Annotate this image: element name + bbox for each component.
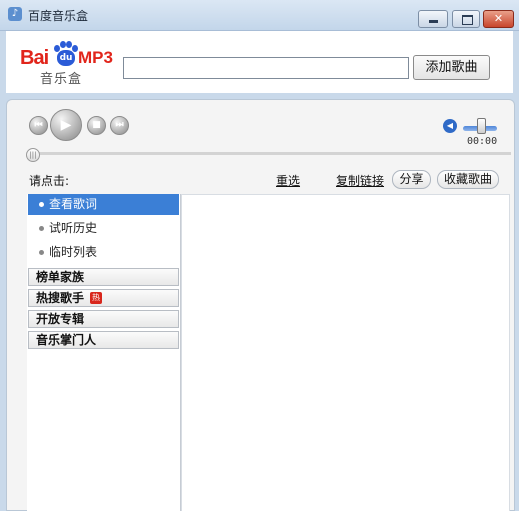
bullet-icon bbox=[39, 250, 44, 255]
song-search-input[interactable] bbox=[123, 57, 409, 79]
app-window: ♪ 百度音乐盒 ✕ Bai du MP3 音乐盒 添加歌曲 ⏮ ▶ ■ ⏭ ◀ … bbox=[0, 0, 519, 511]
sidebar-item-label: 临时列表 bbox=[49, 245, 98, 259]
volume-icon[interactable]: ◀ bbox=[443, 119, 457, 133]
playback-time: 00:00 bbox=[467, 136, 498, 147]
close-button[interactable]: ✕ bbox=[483, 10, 514, 28]
content-area[interactable] bbox=[181, 194, 510, 511]
header: Bai du MP3 音乐盒 添加歌曲 bbox=[6, 31, 513, 93]
next-button[interactable]: ⏭ bbox=[110, 116, 129, 135]
window-title: 百度音乐盒 bbox=[28, 9, 89, 23]
sidebar-item-history[interactable]: 试听历史 bbox=[28, 218, 179, 239]
paw-icon: du bbox=[54, 41, 78, 67]
progress-handle[interactable]: ||| bbox=[26, 148, 40, 162]
sidebar-item-temp-list[interactable]: 临时列表 bbox=[28, 242, 179, 263]
previous-icon: ⏮ bbox=[34, 120, 43, 130]
bullet-icon bbox=[39, 226, 44, 231]
sidebar-group-hot-singers[interactable]: 热搜歌手 热 bbox=[28, 289, 179, 307]
stop-icon: ■ bbox=[92, 120, 101, 130]
bullet-icon bbox=[39, 202, 44, 207]
volume-slider-handle[interactable] bbox=[477, 118, 486, 134]
next-icon: ⏭ bbox=[115, 120, 124, 130]
sidebar-group-music-masters[interactable]: 音乐掌门人 bbox=[28, 331, 179, 349]
sidebar: 查看歌词 试听历史 临时列表 榜单家族 热搜歌手 热 开放专辑 音乐掌门人 bbox=[27, 194, 181, 511]
logo-du-text: du bbox=[57, 50, 75, 66]
sidebar-group-label: 热搜歌手 bbox=[36, 291, 85, 305]
sidebar-item-lyrics[interactable]: 查看歌词 bbox=[28, 194, 179, 215]
app-icon: ♪ bbox=[8, 7, 22, 21]
maximize-icon bbox=[462, 15, 473, 25]
main-panel: ⏮ ▶ ■ ⏭ ◀ 00:00 ||| 请点击: 重选 复制链接 分享 收藏歌曲… bbox=[6, 99, 515, 511]
sidebar-group-charts[interactable]: 榜单家族 bbox=[28, 268, 179, 286]
sidebar-group-label: 音乐掌门人 bbox=[36, 333, 97, 347]
progress-track[interactable] bbox=[27, 152, 511, 155]
minimize-icon bbox=[429, 20, 438, 23]
maximize-button[interactable] bbox=[452, 10, 480, 28]
baidu-mp3-logo: Bai du MP3 音乐盒 bbox=[20, 41, 116, 87]
sidebar-group-open-albums[interactable]: 开放专辑 bbox=[28, 310, 179, 328]
minimize-button[interactable] bbox=[418, 10, 448, 28]
reselect-link[interactable]: 重选 bbox=[276, 172, 300, 189]
play-icon: ▶ bbox=[60, 117, 72, 133]
copy-link-link[interactable]: 复制链接 bbox=[336, 172, 384, 189]
sidebar-item-label: 查看歌词 bbox=[49, 197, 98, 211]
play-button[interactable]: ▶ bbox=[50, 109, 82, 141]
close-icon: ✕ bbox=[493, 12, 504, 25]
prompt-label: 请点击: bbox=[29, 174, 70, 188]
add-song-button[interactable]: 添加歌曲 bbox=[413, 55, 490, 80]
logo-mp3-text: MP3 bbox=[78, 48, 113, 67]
stop-button[interactable]: ■ bbox=[87, 116, 106, 135]
sidebar-group-label: 榜单家族 bbox=[36, 270, 85, 284]
sidebar-group-label: 开放专辑 bbox=[36, 312, 85, 326]
favorite-song-button[interactable]: 收藏歌曲 bbox=[437, 170, 499, 189]
logo-bai-text: Bai bbox=[20, 47, 49, 69]
sidebar-item-label: 试听历史 bbox=[49, 221, 98, 235]
title-bar[interactable]: ♪ 百度音乐盒 ✕ bbox=[0, 0, 519, 31]
previous-button[interactable]: ⏮ bbox=[29, 116, 48, 135]
share-button[interactable]: 分享 bbox=[392, 170, 431, 189]
hot-badge: 热 bbox=[90, 292, 102, 304]
logo-subtitle: 音乐盒 bbox=[40, 72, 83, 87]
